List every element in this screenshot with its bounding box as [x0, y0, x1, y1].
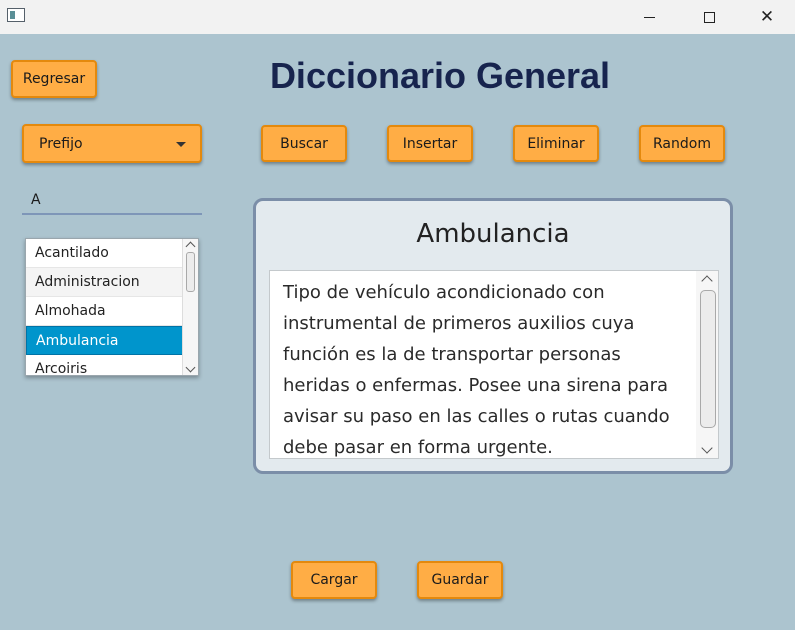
save-button[interactable]: Guardar [417, 561, 503, 599]
search-mode-select[interactable]: Prefijo [22, 124, 202, 163]
app-icon [7, 8, 25, 22]
back-button[interactable]: Regresar [11, 60, 97, 98]
word-title: Ambulancia [416, 219, 570, 249]
search-mode-value: Prefijo [39, 135, 83, 152]
scroll-up-icon[interactable] [185, 241, 196, 252]
definition-textarea[interactable]: Tipo de vehículo acondicionado con instr… [269, 270, 719, 459]
list-item-selected[interactable]: Ambulancia [26, 326, 183, 355]
scrollbar-thumb[interactable] [186, 252, 195, 292]
maximize-icon [703, 11, 715, 23]
search-button[interactable]: Buscar [261, 125, 347, 162]
chevron-down-icon [176, 142, 186, 147]
scroll-down-icon[interactable] [701, 442, 713, 454]
close-icon: ✕ [759, 7, 775, 27]
word-detail-panel: Ambulancia Tipo de vehículo acondicionad… [253, 198, 733, 474]
scroll-up-icon[interactable] [701, 275, 713, 287]
list-item[interactable]: Arcoiris [26, 355, 183, 375]
window-title-bar: ✕ [0, 0, 795, 34]
scroll-down-icon[interactable] [185, 362, 196, 373]
minimize-icon [643, 16, 655, 18]
list-scrollbar[interactable] [182, 239, 198, 375]
load-button[interactable]: Cargar [291, 561, 377, 599]
scrollbar-thumb[interactable] [700, 290, 716, 428]
maximize-button[interactable] [680, 0, 738, 34]
word-list[interactable]: Acantilado Administracion Almohada Ambul… [25, 238, 199, 376]
list-item[interactable]: Administracion [26, 268, 183, 297]
search-input[interactable] [22, 186, 202, 215]
page-title: Diccionario General [269, 55, 611, 96]
list-item[interactable]: Acantilado [26, 239, 183, 268]
random-button[interactable]: Random [639, 125, 725, 162]
delete-button[interactable]: Eliminar [513, 125, 599, 162]
minimize-button[interactable] [620, 0, 678, 34]
definition-text: Tipo de vehículo acondicionado con instr… [283, 282, 670, 458]
definition-scrollbar[interactable] [696, 271, 718, 458]
insert-button[interactable]: Insertar [387, 125, 473, 162]
list-item[interactable]: Almohada [26, 297, 183, 326]
close-button[interactable]: ✕ [738, 0, 795, 34]
